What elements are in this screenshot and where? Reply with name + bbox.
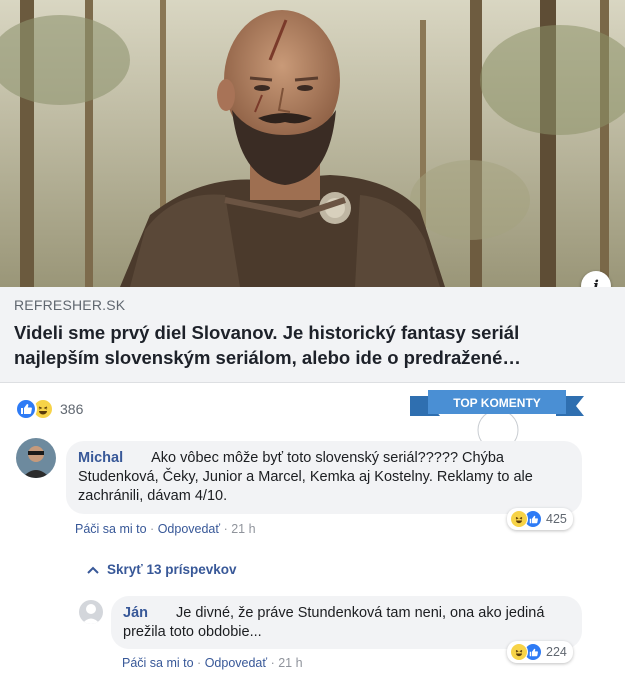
comment-time[interactable]: 21 h: [231, 522, 255, 536]
reply-text: Je divné, že práve Stundenková tam neni,…: [123, 605, 545, 640]
comment-bubble: Michal Ako vôbec môže byť toto slovenský …: [66, 441, 582, 514]
reply-bubble: Ján Je divné, že práve Stundenková tam ne…: [111, 596, 582, 649]
reply-actions: Páči sa mi to · Odpovedať · 21 h: [122, 656, 303, 670]
post-reactions[interactable]: 386: [15, 397, 83, 421]
reply-author[interactable]: Ján: [123, 605, 148, 621]
reply-link[interactable]: Odpovedať: [158, 522, 220, 536]
avatar[interactable]: [79, 600, 103, 624]
comment-author[interactable]: Michal: [78, 450, 123, 466]
like-icon: [15, 398, 37, 420]
reply-reaction-count: 224: [546, 645, 567, 659]
hide-replies-button[interactable]: Skryť 13 príspevkov: [87, 562, 237, 577]
link-headline[interactable]: Videli sme prvý diel Slovanov. Je histor…: [14, 320, 574, 370]
like-link[interactable]: Páči sa mi to: [122, 656, 194, 670]
warrior-photo: [0, 0, 625, 287]
reply-time[interactable]: 21 h: [278, 656, 302, 670]
reply-link[interactable]: Odpovedať: [205, 656, 267, 670]
reply-reactions[interactable]: 224: [507, 641, 573, 663]
separator: ·: [270, 656, 275, 670]
link-domain: REFRESHER.SK: [14, 297, 126, 313]
separator: ·: [150, 522, 155, 536]
ribbon-label: TOP KOMENTY: [453, 396, 541, 410]
comment-actions: Páči sa mi to · Odpovedať · 21 h: [75, 522, 256, 536]
like-link[interactable]: Páči sa mi to: [75, 522, 147, 536]
haha-icon: [510, 510, 528, 528]
avatar[interactable]: [16, 438, 56, 478]
link-meta[interactable]: REFRESHER.SK Videli sme prvý diel Slovan…: [0, 287, 625, 383]
comment-text: Ako vôbec môže byť toto slovenský seriál…: [78, 450, 533, 504]
separator: ·: [223, 522, 228, 536]
hide-replies-label: Skryť 13 príspevkov: [107, 562, 237, 577]
reaction-count[interactable]: 386: [60, 401, 83, 417]
comment-reactions[interactable]: 425: [507, 508, 573, 530]
link-preview-card[interactable]: i REFRESHER.SK Videli sme prvý diel Slov…: [0, 0, 625, 383]
comment-reaction-count: 425: [546, 512, 567, 526]
separator: ·: [197, 656, 202, 670]
article-hero-image[interactable]: [0, 0, 625, 287]
haha-icon: [510, 643, 528, 661]
chevron-up-icon: [87, 563, 99, 577]
